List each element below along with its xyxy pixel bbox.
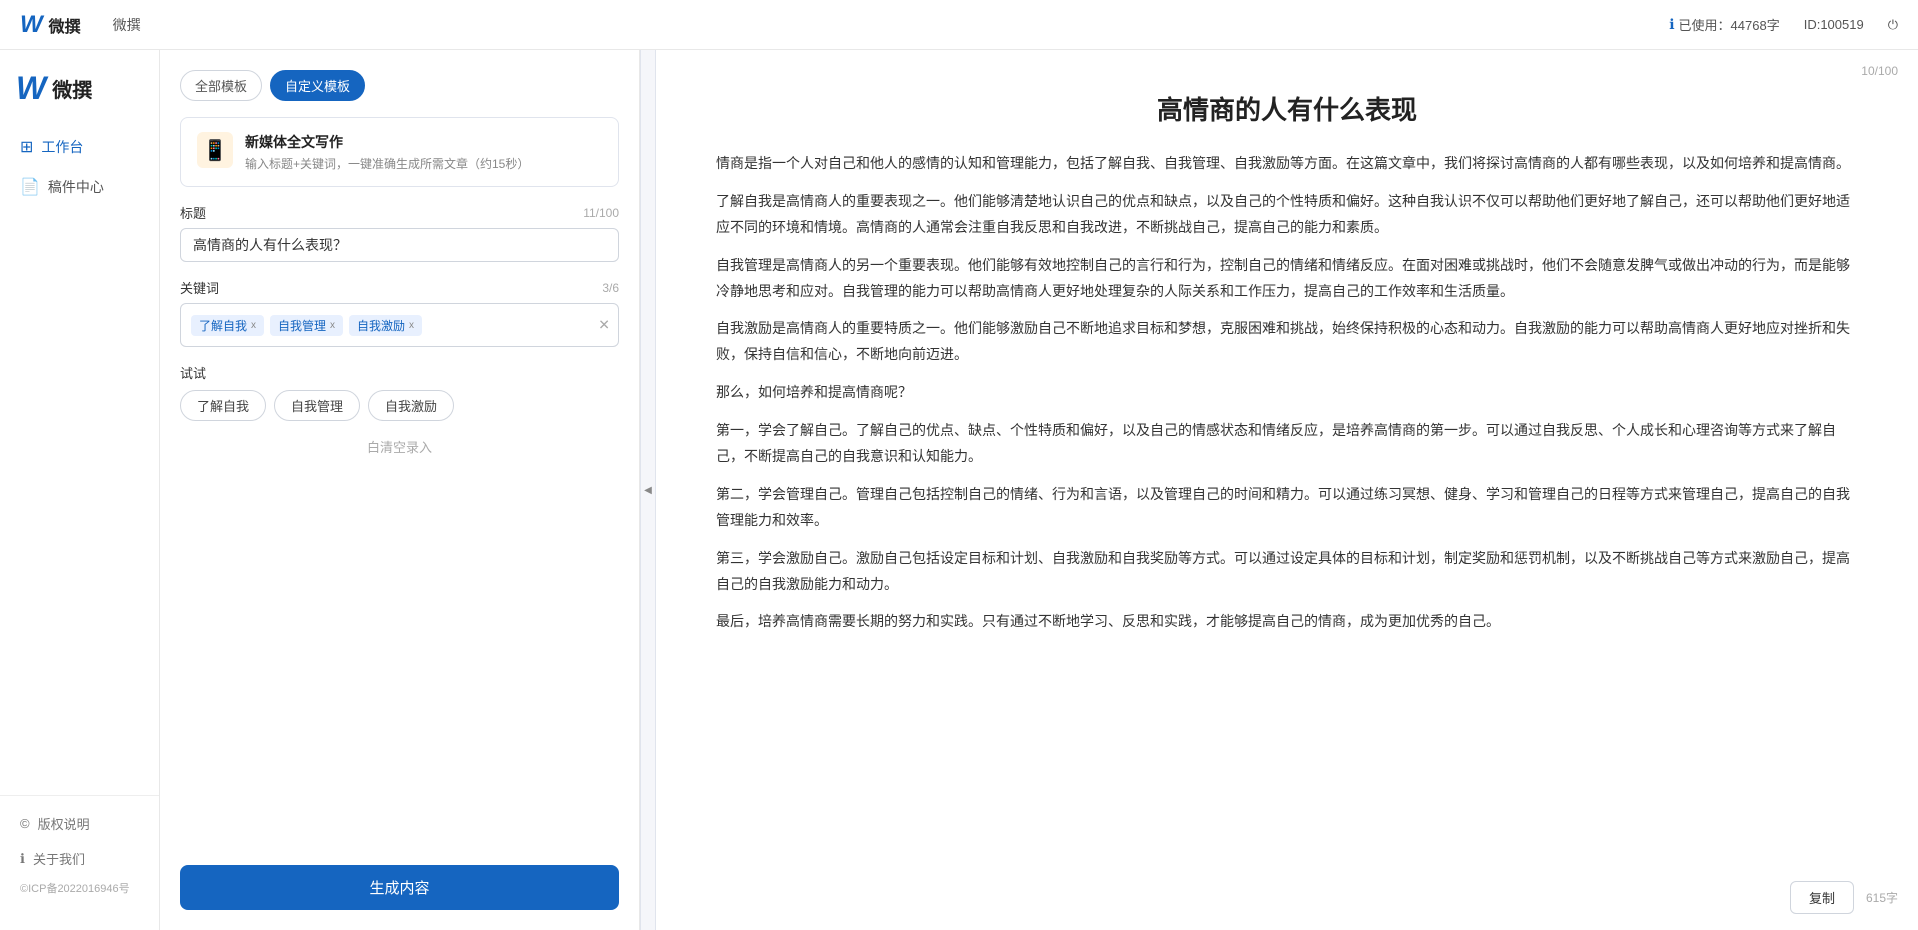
keyword-tag-1: 了解自我 x (191, 315, 264, 336)
collapse-icon: ◀ (644, 485, 652, 496)
sidebar-nav: ⊞ 工作台 📄 稿件中心 (0, 127, 159, 795)
tab-all[interactable]: 全部模板 (180, 70, 262, 101)
left-panel: 全部模板 自定义模板 📱 新媒体全文写作 输入标题+关键词，一键准确生成所需文章… (160, 50, 640, 930)
article-page-count: 10/100 (1861, 64, 1898, 78)
keywords-label: 关键词 (180, 278, 219, 297)
keywords-clear-btn[interactable]: ✕ (598, 317, 610, 334)
sidebar-item-copyright[interactable]: © 版权说明 (0, 806, 159, 841)
article-para-7: 第二，学会管理自己。管理自己包括控制自己的情绪、行为和言语，以及管理自己的时间和… (716, 482, 1858, 534)
template-card-desc: 输入标题+关键词，一键准确生成所需文章（约15秒） (245, 155, 529, 172)
app-header: W 微撰 微撰 ℹ 已使用：44768字 ID:100519 ⏻ (0, 0, 1918, 50)
keyword-remove-1[interactable]: x (251, 320, 256, 331)
header-right: ℹ 已使用：44768字 ID:100519 ⏻ (1669, 15, 1898, 34)
template-tabs: 全部模板 自定义模板 (180, 70, 619, 101)
try-tags: 了解自我 自我管理 自我激励 (180, 390, 619, 421)
info-icon: ℹ (1669, 16, 1674, 33)
tab-custom[interactable]: 自定义模板 (270, 70, 365, 101)
drafts-icon: 📄 (20, 177, 40, 197)
article-para-1: 情商是指一个人对自己和他人的感情的认知和管理能力，包括了解自我、自我管理、自我激… (716, 151, 1858, 177)
app-logo: W 微撰 (20, 11, 81, 39)
collapse-button[interactable]: ◀ (640, 50, 656, 930)
keyword-text-1: 了解自我 (199, 317, 247, 334)
try-label: 试试 (180, 363, 619, 382)
user-id: ID:100519 (1804, 17, 1864, 32)
keywords-count: 3/6 (602, 281, 619, 295)
title-section: 标题 11/100 (180, 203, 619, 262)
keywords-section: 关键词 3/6 了解自我 x 自我管理 x 自我激励 x (180, 278, 619, 347)
generate-button[interactable]: 生成内容 (180, 865, 619, 910)
article-para-2: 了解自我是高情商人的重要表现之一。他们能够清楚地认识自己的优点和缺点，以及自己的… (716, 189, 1858, 241)
try-section: 试试 了解自我 自我管理 自我激励 (180, 363, 619, 421)
title-count: 11/100 (583, 206, 619, 220)
about-icon: ℹ (20, 851, 25, 867)
article-para-8: 第三，学会激励自己。激励自己包括设定目标和计划、自我激励和自我奖励等方式。可以通… (716, 546, 1858, 598)
sidebar-logo-w: W (16, 70, 46, 107)
article-para-4: 自我激励是高情商人的重要特质之一。他们能够激励自己不断地追求目标和梦想，克服困难… (716, 316, 1858, 368)
header-left: W 微撰 微撰 (20, 11, 141, 39)
sidebar-item-drafts[interactable]: 📄 稿件中心 (0, 167, 159, 207)
keywords-label-row: 关键词 3/6 (180, 278, 619, 297)
copy-button[interactable]: 复制 (1790, 881, 1854, 914)
right-panel: 10/100 高情商的人有什么表现 情商是指一个人对自己和他人的感情的认知和管理… (656, 50, 1918, 930)
copyright-label: 版权说明 (38, 814, 90, 833)
icp-text: ©ICP备2022016946号 (0, 876, 159, 900)
collapse-wrapper: ◀ (640, 50, 656, 930)
title-label: 标题 (180, 203, 206, 222)
article-para-3: 自我管理是高情商人的另一个重要表现。他们能够有效地控制自己的言行和行为，控制自己… (716, 253, 1858, 305)
template-card[interactable]: 📱 新媒体全文写作 输入标题+关键词，一键准确生成所需文章（约15秒） (180, 117, 619, 187)
article-body: 情商是指一个人对自己和他人的感情的认知和管理能力，包括了解自我、自我管理、自我激… (716, 151, 1858, 635)
keyword-tag-2: 自我管理 x (270, 315, 343, 336)
keyword-remove-3[interactable]: x (409, 320, 414, 331)
about-label: 关于我们 (33, 849, 85, 868)
title-input[interactable] (180, 228, 619, 262)
article-title: 高情商的人有什么表现 (716, 90, 1858, 127)
sidebar-logo: W 微撰 (0, 70, 159, 127)
article-para-5: 那么，如何培养和提高情商呢？ (716, 380, 1858, 406)
article-para-6: 第一，学会了解自己。了解自己的优点、缺点、个性特质和偏好，以及自己的情感状态和情… (716, 418, 1858, 470)
main-layout: W 微撰 ⊞ 工作台 📄 稿件中心 © 版权说明 ℹ 关于我们 ©ICP备2 (0, 50, 1918, 930)
sidebar: W 微撰 ⊞ 工作台 📄 稿件中心 © 版权说明 ℹ 关于我们 ©ICP备2 (0, 50, 160, 930)
try-tag-2[interactable]: 自我管理 (274, 390, 360, 421)
template-card-icon: 📱 (197, 132, 233, 168)
try-tag-3[interactable]: 自我激励 (368, 390, 454, 421)
keyword-tag-3: 自我激励 x (349, 315, 422, 336)
clear-prompt[interactable]: 白清空录入 (180, 437, 619, 456)
power-icon[interactable]: ⏻ (1888, 17, 1898, 33)
header-title: 微撰 (113, 15, 141, 35)
right-bottom-bar: 复制 615字 (1790, 881, 1898, 914)
logo-text: 微撰 (49, 13, 81, 37)
keyword-text-3: 自我激励 (357, 317, 405, 334)
article-para-9: 最后，培养高情商需要长期的努力和实践。只有通过不断地学习、反思和实践，才能够提高… (716, 609, 1858, 635)
word-count: 615字 (1866, 889, 1898, 906)
copyright-icon: © (20, 816, 30, 831)
title-label-row: 标题 11/100 (180, 203, 619, 222)
sidebar-label-workbench: 工作台 (41, 137, 83, 157)
sidebar-bottom: © 版权说明 ℹ 关于我们 ©ICP备2022016946号 (0, 795, 159, 910)
template-card-title: 新媒体全文写作 (245, 132, 529, 152)
keyword-remove-2[interactable]: x (330, 320, 335, 331)
sidebar-logo-text: 微撰 (52, 74, 92, 103)
logo-w-icon: W (20, 11, 43, 39)
try-tag-1[interactable]: 了解自我 (180, 390, 266, 421)
keyword-text-2: 自我管理 (278, 317, 326, 334)
sidebar-label-drafts: 稿件中心 (48, 177, 104, 197)
keywords-box[interactable]: 了解自我 x 自我管理 x 自我激励 x ✕ (180, 303, 619, 347)
sidebar-item-workbench[interactable]: ⊞ 工作台 (0, 127, 159, 167)
used-count: ℹ 已使用：44768字 (1669, 15, 1779, 34)
sidebar-item-about[interactable]: ℹ 关于我们 (0, 841, 159, 876)
template-card-info: 新媒体全文写作 输入标题+关键词，一键准确生成所需文章（约15秒） (245, 132, 529, 172)
sidebar-logo-big: W 微撰 (16, 70, 143, 107)
content-area: 全部模板 自定义模板 📱 新媒体全文写作 输入标题+关键词，一键准确生成所需文章… (160, 50, 1918, 930)
workbench-icon: ⊞ (20, 137, 33, 157)
